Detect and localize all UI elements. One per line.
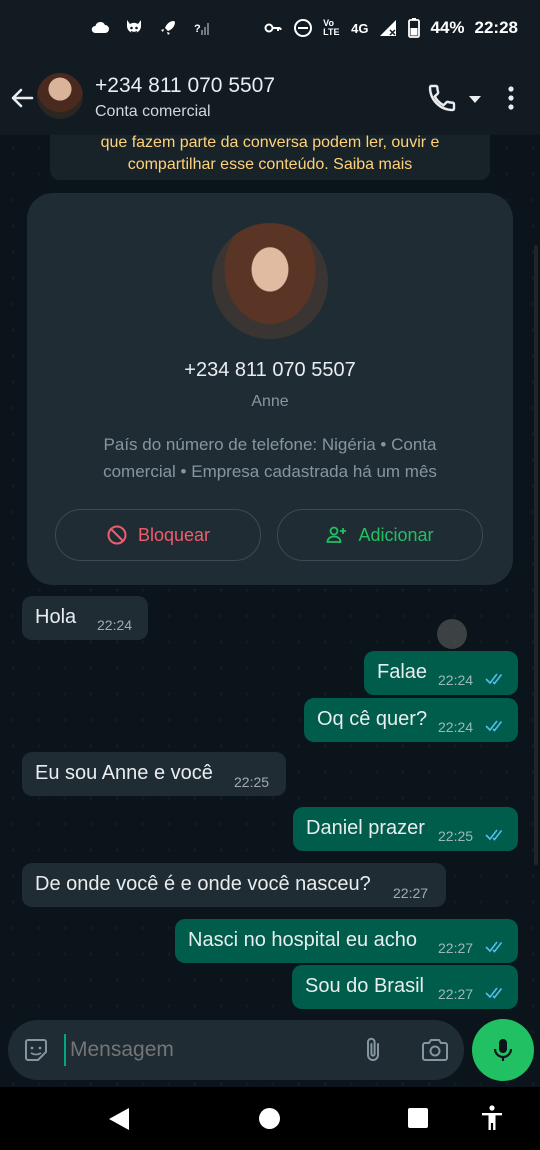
chat-area[interactable]: que fazem parte da conversa podem ler, o… <box>0 135 540 1087</box>
message-text: Nasci no hospital eu acho <box>188 929 418 951</box>
card-phone-number: +234 811 070 5507 <box>184 359 356 381</box>
message-text: De onde você é e onde você nasceu? <box>35 873 371 895</box>
svg-text:?: ? <box>194 23 201 35</box>
camera-icon[interactable] <box>420 1036 450 1064</box>
message-time: 22:27 <box>438 986 474 1002</box>
battery-percent: 44% <box>430 18 465 37</box>
encryption-notice-line1: que fazem parte da conversa podem ler, o… <box>100 135 440 151</box>
message-text: Daniel prazer <box>306 817 425 839</box>
no-signal-icon: ? <box>194 23 209 35</box>
phone-call-icon[interactable] <box>426 82 458 114</box>
message-time: 22:24 <box>438 672 474 688</box>
message-bubble-in[interactable]: Eu sou Anne e você 22:25 <box>22 752 286 796</box>
message-text: Hola <box>35 606 77 628</box>
nav-recents-icon[interactable] <box>408 1108 428 1128</box>
volte-indicator: Vo LTE <box>323 18 340 37</box>
message-bubble-out[interactable]: Oq cê quer? 22:24 <box>304 698 518 742</box>
devil-face-icon <box>127 20 141 34</box>
cloud-icon <box>91 21 109 33</box>
card-info-line2: comercial • Empresa cadastrada há um mês <box>103 462 437 481</box>
message-bubble-out[interactable]: Sou do Brasil 22:27 <box>292 965 518 1009</box>
chat-header: +234 811 070 5507 Conta comercial <box>0 60 540 135</box>
add-person-icon <box>327 526 347 543</box>
nav-back-icon[interactable] <box>108 1107 130 1131</box>
message-text: Oq cê quer? <box>317 708 428 730</box>
block-icon <box>107 525 127 545</box>
message-time: 22:24 <box>97 617 133 633</box>
message-composer <box>8 1020 464 1080</box>
more-options-icon[interactable] <box>501 84 521 112</box>
attach-icon[interactable] <box>360 1036 386 1064</box>
message-bubble-in[interactable]: Hola 22:24 <box>22 596 148 640</box>
message-text: Falae <box>377 661 428 683</box>
read-receipt-icon <box>485 720 503 732</box>
card-business-info: País do número de telefone: Nigéria • Co… <box>77 431 463 485</box>
rocket-icon <box>161 21 175 35</box>
add-contact-label: Adicionar <box>358 524 434 545</box>
microphone-icon <box>493 1039 513 1061</box>
back-arrow-icon[interactable] <box>8 84 36 112</box>
message-text: Sou do Brasil <box>305 975 424 997</box>
read-receipt-icon <box>485 673 503 685</box>
do-not-disturb-icon <box>294 19 313 37</box>
voice-message-button[interactable] <box>472 1019 534 1081</box>
block-button-label: Bloquear <box>137 524 211 545</box>
message-time: 22:27 <box>438 940 474 956</box>
network-type: 4G <box>351 20 369 36</box>
message-bubble-out[interactable]: Daniel prazer 22:25 <box>293 807 518 851</box>
battery-icon <box>408 18 421 38</box>
chat-scrollbar[interactable] <box>534 245 538 865</box>
message-time: 22:27 <box>393 885 429 901</box>
sticker-icon[interactable] <box>22 1036 50 1064</box>
contact-title[interactable]: +234 811 070 5507 <box>95 74 275 98</box>
message-time: 22:25 <box>234 774 270 790</box>
message-input[interactable] <box>64 1034 344 1066</box>
signal-strength-icon <box>380 20 397 36</box>
add-contact-button[interactable]: Adicionar <box>277 509 483 561</box>
contact-avatar[interactable] <box>37 73 83 119</box>
system-navigation-bar <box>0 1087 540 1150</box>
message-bubble-in[interactable]: De onde você é e onde você nasceu? 22:27 <box>22 863 446 907</box>
encryption-notice-line2: compartilhar esse conteúdo. Saiba mais <box>127 156 413 173</box>
message-bubble-out[interactable]: Nasci no hospital eu acho 22:27 <box>175 919 518 963</box>
nav-home-icon[interactable] <box>259 1108 280 1129</box>
status-bar: ? Vo LTE 4G 44% 22:28 <box>0 0 540 60</box>
card-contact-name: Anne <box>251 393 289 410</box>
read-receipt-icon <box>485 941 503 953</box>
contact-subtitle[interactable]: Conta comercial <box>95 103 211 121</box>
scroll-indicator <box>437 619 467 649</box>
key-icon <box>264 23 282 33</box>
message-bubble-out[interactable]: Falae 22:24 <box>364 651 518 695</box>
clock: 22:28 <box>474 18 518 37</box>
contact-info-card: +234 811 070 5507 Anne País do número de… <box>27 193 513 585</box>
read-receipt-icon <box>485 987 503 999</box>
contact-profile-photo[interactable] <box>212 223 328 339</box>
accessibility-icon[interactable] <box>480 1105 504 1131</box>
encryption-notice[interactable]: que fazem parte da conversa podem ler, o… <box>50 135 490 180</box>
read-receipt-icon <box>485 829 503 841</box>
message-text: Eu sou Anne e você <box>35 762 213 784</box>
system-indicators: Vo LTE 4G 44% 22:28 <box>263 18 518 38</box>
notification-icons: ? <box>90 18 212 38</box>
block-button[interactable]: Bloquear <box>55 509 261 561</box>
message-time: 22:24 <box>438 719 474 735</box>
chevron-down-icon[interactable] <box>466 90 484 108</box>
card-info-line1: País do número de telefone: Nigéria • Co… <box>103 435 437 454</box>
message-time: 22:25 <box>438 828 474 844</box>
